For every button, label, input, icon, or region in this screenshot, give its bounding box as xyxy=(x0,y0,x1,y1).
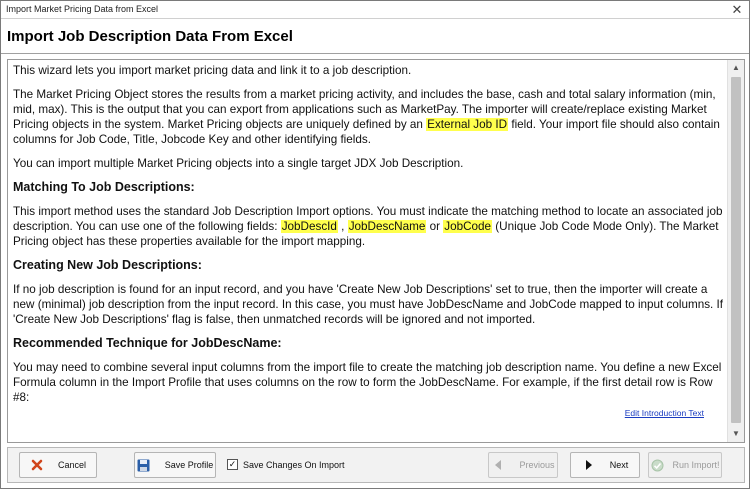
window-title: Import Market Pricing Data from Excel xyxy=(6,4,159,14)
title-bar: Import Market Pricing Data from Excel ✕ xyxy=(1,1,749,19)
next-label: Next xyxy=(609,460,629,470)
scroll-down-icon[interactable]: ▼ xyxy=(728,426,744,442)
jobdescname-highlight: JobDescName xyxy=(347,220,427,233)
intro-panel: This wizard lets you import market prici… xyxy=(7,59,745,443)
save-profile-button[interactable]: Save Profile xyxy=(134,452,216,478)
left-arrow-icon xyxy=(491,458,505,472)
scroll-thumb[interactable] xyxy=(731,77,741,423)
wizard-footer: Cancel Save Profile ✓ Save Changes On Im… xyxy=(7,447,745,483)
intro-text: This wizard lets you import market prici… xyxy=(13,63,729,439)
run-import-button[interactable]: Run Import! xyxy=(648,452,722,478)
cancel-button[interactable]: Cancel xyxy=(19,452,97,478)
save-changes-option[interactable]: ✓ Save Changes On Import xyxy=(227,459,345,470)
run-import-label: Run Import! xyxy=(672,460,720,470)
cancel-x-icon xyxy=(30,458,44,472)
jobdescid-highlight: JobDescId xyxy=(280,220,338,233)
cancel-label: Cancel xyxy=(57,460,86,470)
scroll-up-icon[interactable]: ▲ xyxy=(728,60,744,76)
recommended-heading: Recommended Technique for JobDescName: xyxy=(13,336,282,350)
creating-heading: Creating New Job Descriptions: xyxy=(13,258,202,272)
save-changes-checkbox[interactable]: ✓ xyxy=(227,459,238,470)
import-wizard-window: Import Market Pricing Data from Excel ✕ … xyxy=(0,0,750,489)
check-circle-icon xyxy=(650,458,664,472)
multiple-objects-paragraph: You can import multiple Market Pricing o… xyxy=(13,157,464,170)
external-job-id-highlight: External Job ID xyxy=(426,118,509,131)
matching-heading: Matching To Job Descriptions: xyxy=(13,180,195,194)
vertical-scrollbar[interactable]: ▲ ▼ xyxy=(727,60,744,442)
close-icon[interactable]: ✕ xyxy=(729,2,745,17)
intro-paragraph: This wizard lets you import market prici… xyxy=(13,64,412,77)
previous-label: Previous xyxy=(519,460,555,470)
wizard-header: Import Job Description Data From Excel xyxy=(1,20,749,54)
market-pricing-paragraph: The Market Pricing Object stores the res… xyxy=(13,88,720,146)
next-button[interactable]: Next xyxy=(570,452,640,478)
right-arrow-icon xyxy=(582,458,596,472)
previous-button[interactable]: Previous xyxy=(488,452,558,478)
floppy-disk-icon xyxy=(137,458,151,472)
save-profile-label: Save Profile xyxy=(164,460,214,470)
save-changes-label: Save Changes On Import xyxy=(243,459,345,470)
page-title: Import Job Description Data From Excel xyxy=(7,28,293,45)
jobcode-highlight: JobCode xyxy=(443,220,493,233)
matching-paragraph: This import method uses the standard Job… xyxy=(13,205,723,248)
creating-paragraph: If no job description is found for an in… xyxy=(13,283,724,326)
recommended-paragraph: You may need to combine several input co… xyxy=(13,361,722,404)
edit-introduction-link[interactable]: Edit Introduction Text xyxy=(625,408,704,418)
